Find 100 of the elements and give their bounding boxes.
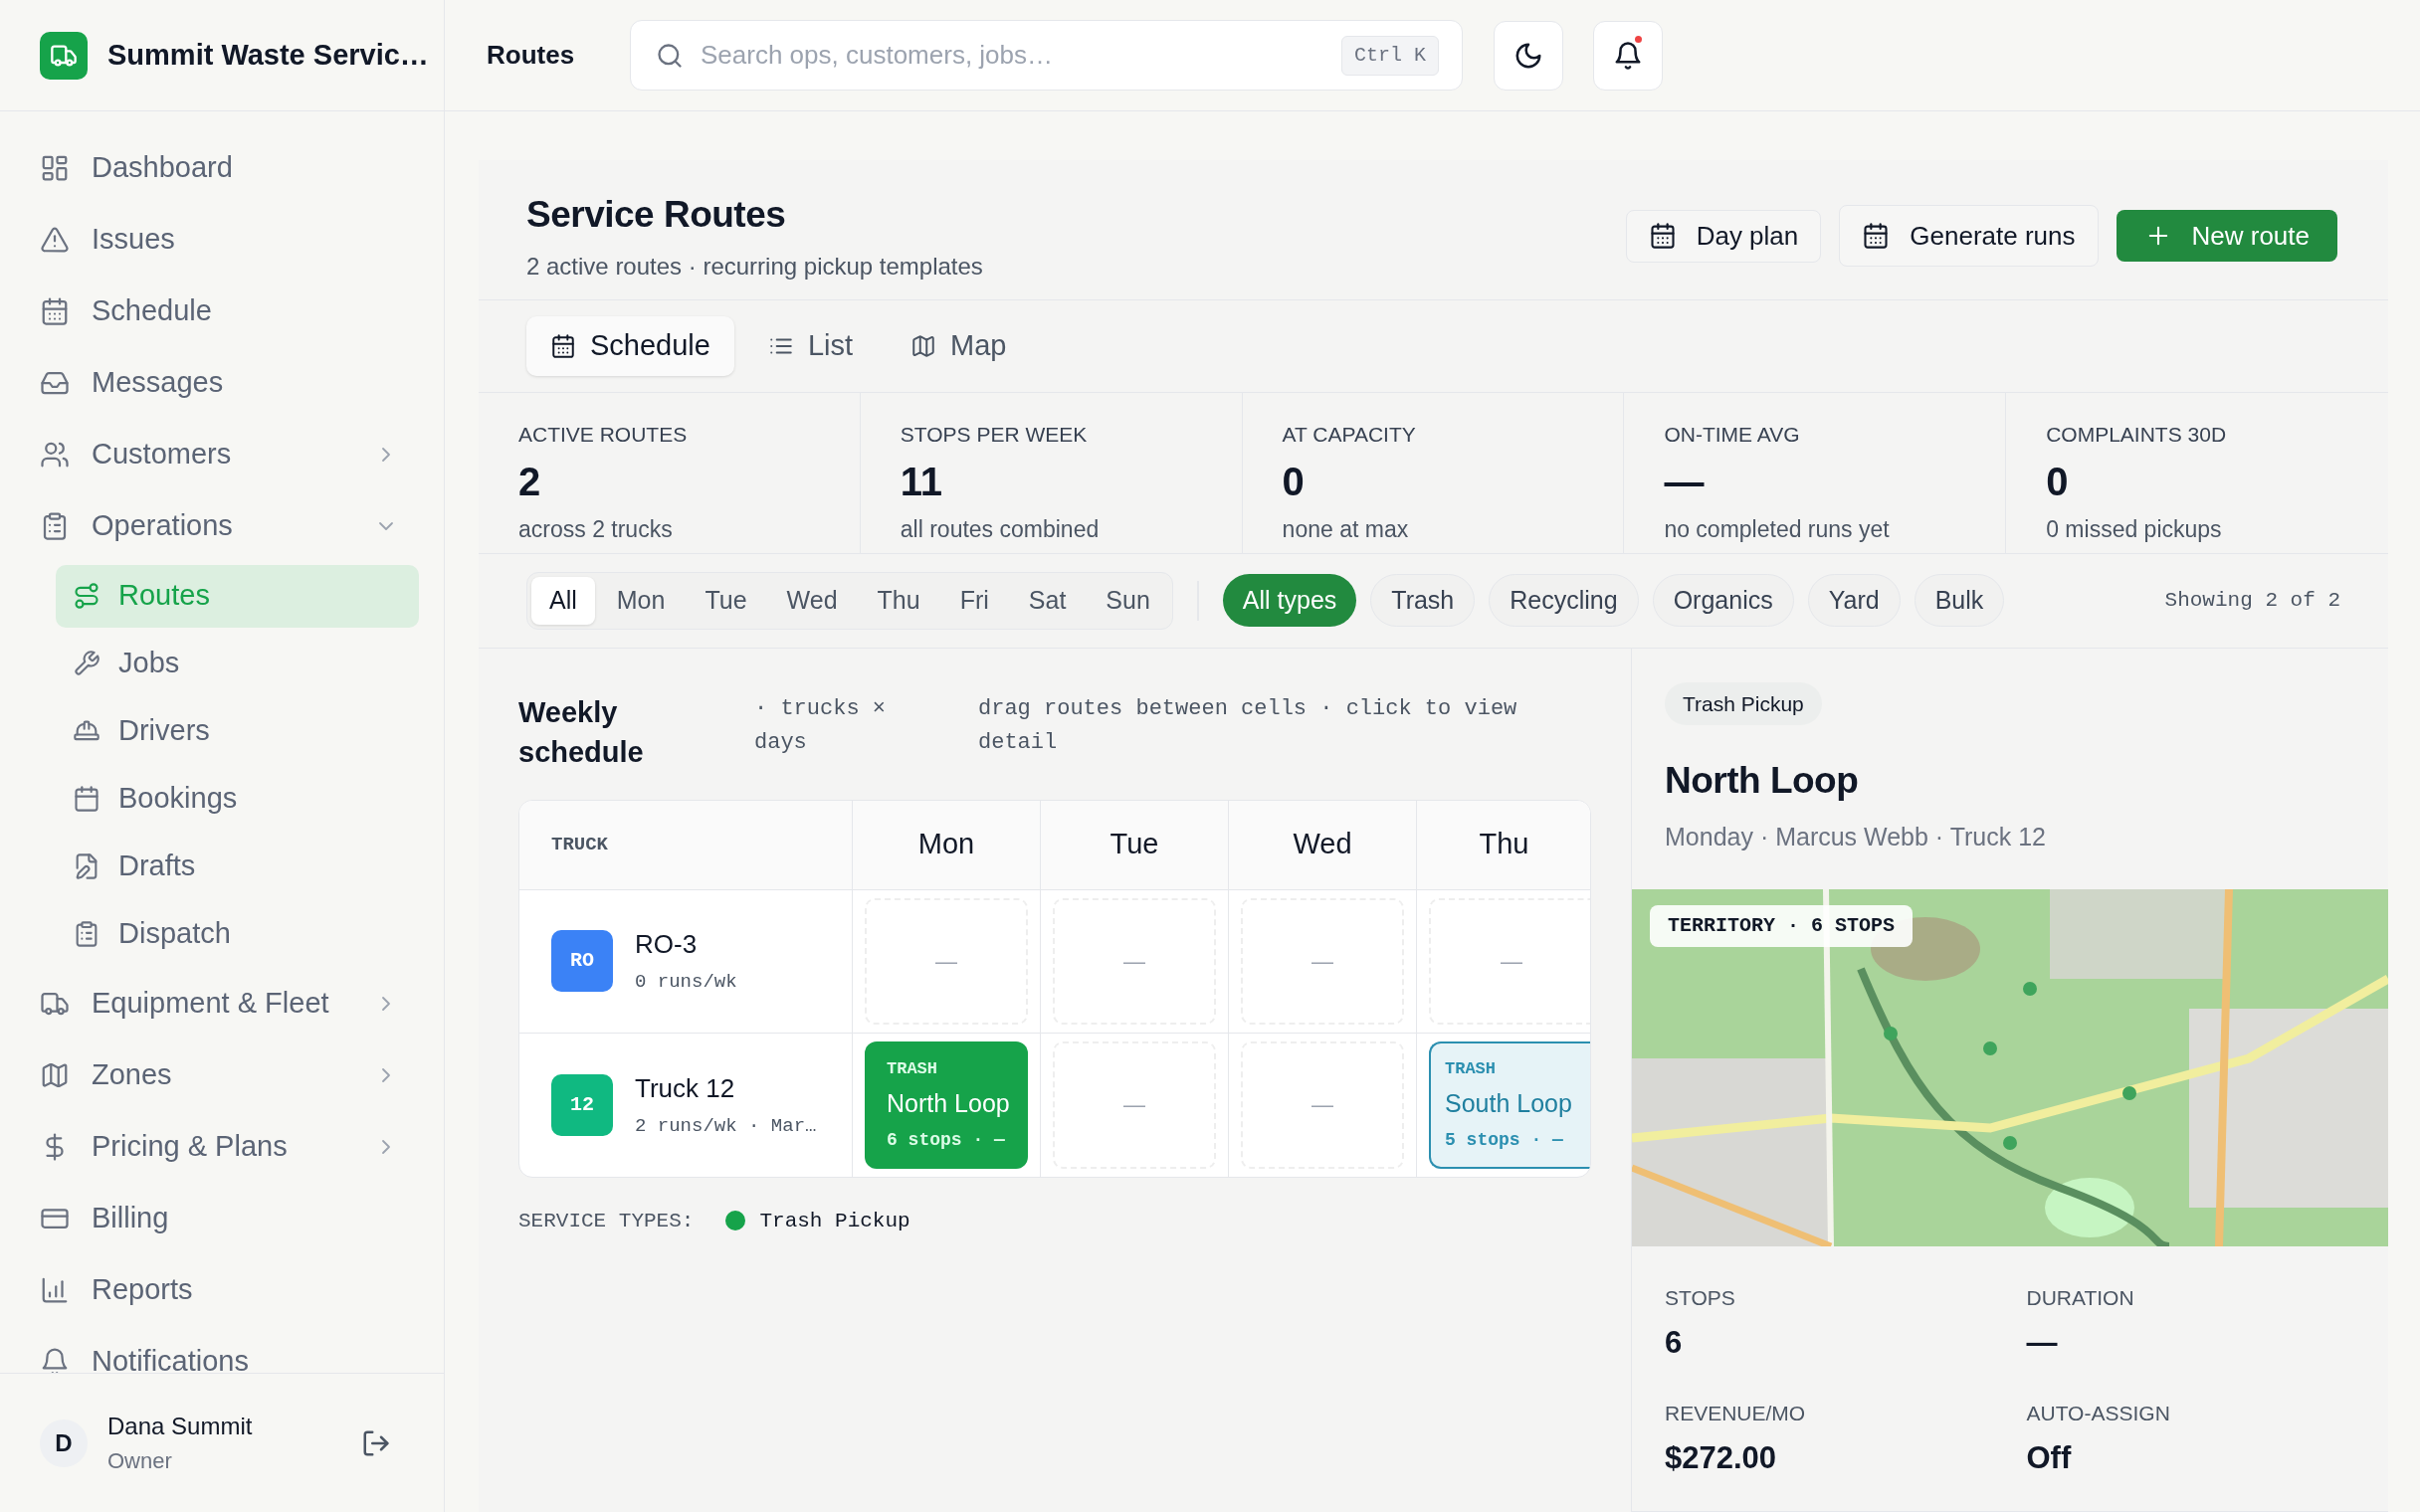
map-icon bbox=[40, 1060, 70, 1090]
section-title: Weekly schedule bbox=[518, 694, 645, 770]
column-header: TRUCK bbox=[551, 832, 608, 857]
view-tab[interactable]: List bbox=[743, 316, 878, 377]
view-tab[interactable]: Map bbox=[887, 316, 1031, 377]
route-name: South Loop bbox=[1445, 1088, 1573, 1119]
sidebar-item[interactable]: Issues bbox=[0, 204, 444, 276]
stat-note: none at max bbox=[1282, 514, 1410, 544]
stat-label: STOPS PER WEEK bbox=[900, 422, 1089, 449]
sidebar-item[interactable]: Reports bbox=[0, 1254, 444, 1326]
page-breadcrumb: Routes bbox=[487, 39, 576, 72]
route-card[interactable]: TRASH South Loop 5 stops · — bbox=[1429, 1040, 1590, 1169]
wrench-icon bbox=[73, 650, 101, 677]
stat-note: across 2 trucks bbox=[518, 514, 674, 544]
sidebar-item[interactable]: Zones bbox=[0, 1040, 444, 1111]
new-route-button[interactable]: New route bbox=[2116, 210, 2337, 263]
sidebar-item[interactable]: Customers bbox=[0, 419, 444, 490]
type-filter-chip[interactable]: Bulk bbox=[1914, 574, 2005, 628]
user-role: Owner bbox=[107, 1447, 173, 1475]
sidebar-item[interactable]: Operations bbox=[0, 490, 444, 562]
type-filter-chip[interactable]: Organics bbox=[1652, 574, 1794, 628]
bar-chart-icon bbox=[40, 1275, 70, 1305]
day-filter-option[interactable]: Mon bbox=[598, 576, 684, 625]
theme-toggle-button[interactable] bbox=[1494, 20, 1563, 91]
sidebar-item[interactable]: Notifications bbox=[0, 1326, 444, 1373]
sidebar-item[interactable]: Equipment & Fleet bbox=[0, 968, 444, 1040]
type-filter-chip[interactable]: Recycling bbox=[1489, 574, 1639, 628]
route-subtitle: Monday · Marcus Webb · Truck 12 bbox=[1665, 821, 2047, 852]
page-title: Service Routes bbox=[526, 193, 787, 238]
grid-icon bbox=[40, 153, 70, 183]
truck-meta: 2 runs/wk · Mar… bbox=[635, 1113, 817, 1139]
sidebar-subitem[interactable]: Dispatch bbox=[56, 902, 419, 966]
calendar-icon bbox=[1648, 222, 1677, 251]
bell-icon bbox=[40, 1347, 70, 1373]
stat-label: ACTIVE ROUTES bbox=[518, 422, 689, 449]
day-filter-option[interactable]: Wed bbox=[768, 576, 856, 625]
field-value: — bbox=[2026, 1323, 2059, 1362]
stat-label: AT CAPACITY bbox=[1282, 422, 1417, 449]
sidebar-item[interactable]: Billing bbox=[0, 1183, 444, 1254]
sidebar-subitem[interactable]: Drafts bbox=[56, 835, 419, 898]
shortcut-hint: Ctrl K bbox=[1341, 36, 1439, 76]
service-type-tag: Trash Pickup bbox=[1665, 681, 1822, 725]
page-subtitle: 2 active routes · recurring pickup templates bbox=[526, 251, 984, 282]
sidebar-subitem[interactable]: Drivers bbox=[56, 699, 419, 763]
truck-meta: 0 runs/wk bbox=[635, 970, 737, 996]
stat-label: COMPLAINTS 30D bbox=[2046, 422, 2228, 449]
day-filter-option[interactable]: Tue bbox=[687, 576, 765, 625]
sidebar-subitem[interactable]: Jobs bbox=[56, 632, 419, 695]
stat-note: no completed runs yet bbox=[1664, 514, 1891, 544]
calendar-icon bbox=[1862, 222, 1891, 251]
stat-value: — bbox=[1664, 458, 1706, 505]
stat-note: all routes combined bbox=[900, 514, 1101, 544]
stat-label: ON-TIME AVG bbox=[1664, 422, 1801, 449]
stat-value: 11 bbox=[900, 458, 944, 505]
column-header: Mon bbox=[917, 827, 975, 862]
map-badge: TERRITORY · 6 STOPS bbox=[1650, 905, 1914, 947]
field-value: 6 bbox=[1665, 1323, 1684, 1362]
users-icon bbox=[40, 440, 70, 470]
sidebar-item[interactable]: Pricing & Plans bbox=[0, 1111, 444, 1183]
day-filter-option[interactable]: Sat bbox=[1010, 576, 1085, 625]
field-value: Off bbox=[2026, 1438, 2073, 1477]
day-filter-option[interactable]: Thu bbox=[859, 576, 938, 625]
search-icon bbox=[656, 42, 684, 70]
logo-icon bbox=[40, 31, 88, 80]
field-label: DURATION bbox=[2026, 1285, 2135, 1311]
truck-badge: RO bbox=[551, 930, 613, 992]
notifications-button[interactable] bbox=[1593, 20, 1663, 91]
day-filter-option[interactable]: All bbox=[531, 576, 595, 625]
route-type: TRASH bbox=[887, 1057, 938, 1080]
calendar-icon bbox=[40, 296, 70, 326]
field-label: STOPS bbox=[1665, 1285, 1736, 1311]
view-tab[interactable]: Schedule bbox=[526, 316, 734, 377]
day-filter-option[interactable]: Sun bbox=[1088, 576, 1168, 625]
route-type: TRASH bbox=[1445, 1057, 1497, 1080]
type-filter-chip[interactable]: Trash bbox=[1370, 574, 1476, 628]
calendar-icon bbox=[73, 785, 101, 813]
route-stops: 5 stops · — bbox=[1445, 1128, 1564, 1152]
stat-value: 2 bbox=[518, 458, 542, 505]
stat-value: 0 bbox=[1282, 458, 1306, 505]
sidebar-item[interactable]: Dashboard bbox=[0, 132, 444, 204]
route-card[interactable]: TRASH North Loop 6 stops · — bbox=[865, 1040, 1028, 1169]
type-filter-chip[interactable]: All types bbox=[1222, 574, 1357, 628]
sidebar-item[interactable]: Messages bbox=[0, 347, 444, 419]
truck-badge: 12 bbox=[551, 1073, 613, 1136]
toolbar-button[interactable]: Day plan bbox=[1625, 209, 1822, 263]
day-filter-option[interactable]: Fri bbox=[941, 576, 1007, 625]
field-value: $272.00 bbox=[1665, 1438, 1778, 1477]
type-filter-chip[interactable]: Yard bbox=[1807, 574, 1901, 628]
field-label: AUTO-ASSIGN bbox=[2026, 1401, 2171, 1426]
sidebar-subitem[interactable]: Bookings bbox=[56, 767, 419, 831]
calendar-icon bbox=[550, 333, 576, 360]
route-icon bbox=[73, 582, 101, 610]
truck-name: RO-3 bbox=[635, 928, 699, 962]
sidebar-item[interactable]: Schedule bbox=[0, 276, 444, 347]
toolbar-button[interactable]: Generate runs bbox=[1839, 205, 2099, 268]
field-label: REVENUE/MO bbox=[1665, 1401, 1807, 1426]
route-title: North Loop bbox=[1665, 759, 1860, 803]
stat-note: 0 missed pickups bbox=[2046, 514, 2223, 544]
column-header: Wed bbox=[1293, 827, 1352, 862]
truck-name: Truck 12 bbox=[635, 1071, 736, 1105]
